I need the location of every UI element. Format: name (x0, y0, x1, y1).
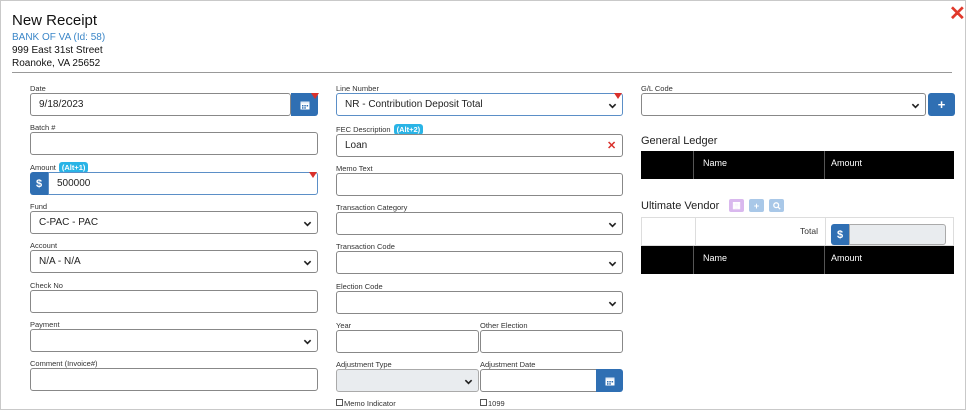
uv-col-amount: Amount (831, 253, 863, 263)
line-number-select[interactable]: NR - Contribution Deposit Total (336, 93, 623, 116)
fund-select[interactable]: C-PAC - PAC (30, 211, 318, 234)
general-ledger-header: Name Amount (641, 151, 954, 179)
election-code-label: Election Code (336, 282, 383, 291)
total-dollar-addon: $ (831, 224, 849, 245)
chevron-down-icon (608, 301, 617, 307)
general-ledger-title: General Ledger (641, 135, 718, 147)
line-number-label: Line Number (336, 84, 379, 93)
ultimate-vendor-title: Ultimate Vendor (641, 200, 720, 212)
chevron-down-icon (911, 103, 920, 109)
gl-code-select[interactable] (641, 93, 926, 116)
memo-indicator-label: Memo Indicator (344, 399, 396, 408)
comment-input[interactable] (30, 368, 318, 391)
election-code-select[interactable] (336, 291, 623, 314)
date-label: Date (30, 84, 46, 93)
vendor-search-button[interactable] (769, 199, 784, 212)
transaction-category-label: Transaction Category (336, 203, 408, 212)
adjustment-date-input[interactable] (480, 369, 597, 392)
other-election-label: Other Election (480, 321, 528, 330)
memo-text-label: Memo Text (336, 164, 373, 173)
account-label: Account (30, 241, 58, 250)
chevron-down-icon (608, 222, 617, 228)
year-input[interactable] (336, 330, 479, 353)
total-input[interactable] (849, 224, 946, 245)
vendor-total-row: Total $ (641, 217, 954, 246)
fund-label: Fund (30, 202, 48, 211)
payment-label: Payment (30, 320, 60, 329)
total-label: Total (800, 226, 818, 236)
checkbox-1099[interactable] (480, 399, 487, 406)
adjustment-type-label: Adjustment Type (336, 360, 392, 369)
transaction-category-select[interactable] (336, 212, 623, 235)
gl-code-label: G/L Code (641, 84, 673, 93)
address-line-1: 999 East 31st Street (12, 45, 103, 56)
other-election-input[interactable] (480, 330, 623, 353)
chevron-down-icon (464, 379, 473, 385)
calendar-icon (605, 377, 614, 385)
clear-icon[interactable]: ✕ (607, 139, 616, 152)
required-flag-icon (311, 93, 319, 99)
batch-input[interactable] (30, 132, 318, 155)
amount-dollar-addon: $ (30, 172, 48, 195)
required-flag-icon (309, 172, 317, 178)
close-icon[interactable]: ✕ (949, 4, 966, 24)
checkno-label: Check No (30, 281, 63, 290)
page-title: New Receipt (12, 12, 98, 29)
transaction-code-select[interactable] (336, 251, 623, 274)
bank-link[interactable]: BANK OF VA (Id: 58) (12, 32, 105, 43)
address-line-2: Roanoke, VA 25652 (12, 58, 101, 69)
vendor-add-button[interactable]: + (749, 199, 764, 212)
chevron-down-icon (303, 339, 312, 345)
required-flag-icon (614, 93, 622, 99)
date-input[interactable]: 9/18/2023 (30, 93, 291, 116)
add-gl-button[interactable]: + (928, 93, 955, 116)
vendor-list-button[interactable]: ▦ (729, 199, 744, 212)
checkno-input[interactable] (30, 290, 318, 313)
chevron-down-icon (608, 103, 617, 109)
memo-indicator-checkbox[interactable] (336, 399, 343, 406)
amount-input[interactable]: 500000 (48, 172, 318, 195)
transaction-code-label: Transaction Code (336, 242, 395, 251)
calendar-icon (300, 101, 309, 109)
chevron-down-icon (608, 261, 617, 267)
label-1099: 1099 (488, 399, 505, 408)
gl-col-amount: Amount (831, 158, 863, 168)
adjustment-date-calendar-button[interactable] (596, 369, 623, 392)
header-divider (12, 72, 952, 73)
chevron-down-icon (303, 221, 312, 227)
chevron-down-icon (303, 260, 312, 266)
account-select[interactable]: N/A - N/A (30, 250, 318, 273)
fec-description-input[interactable]: Loan (336, 134, 623, 157)
search-icon (772, 201, 781, 210)
adjustment-type-select[interactable] (336, 369, 479, 392)
adjustment-date-label: Adjustment Date (480, 360, 536, 369)
memo-text-input[interactable] (336, 173, 623, 196)
uv-col-name: Name (703, 253, 728, 263)
ultimate-vendor-header: Name Amount (641, 246, 954, 274)
payment-select[interactable] (30, 329, 318, 352)
batch-label: Batch # (30, 123, 56, 132)
year-label: Year (336, 321, 352, 330)
gl-col-name: Name (703, 158, 728, 168)
comment-label: Comment (Invoice#) (30, 359, 98, 368)
